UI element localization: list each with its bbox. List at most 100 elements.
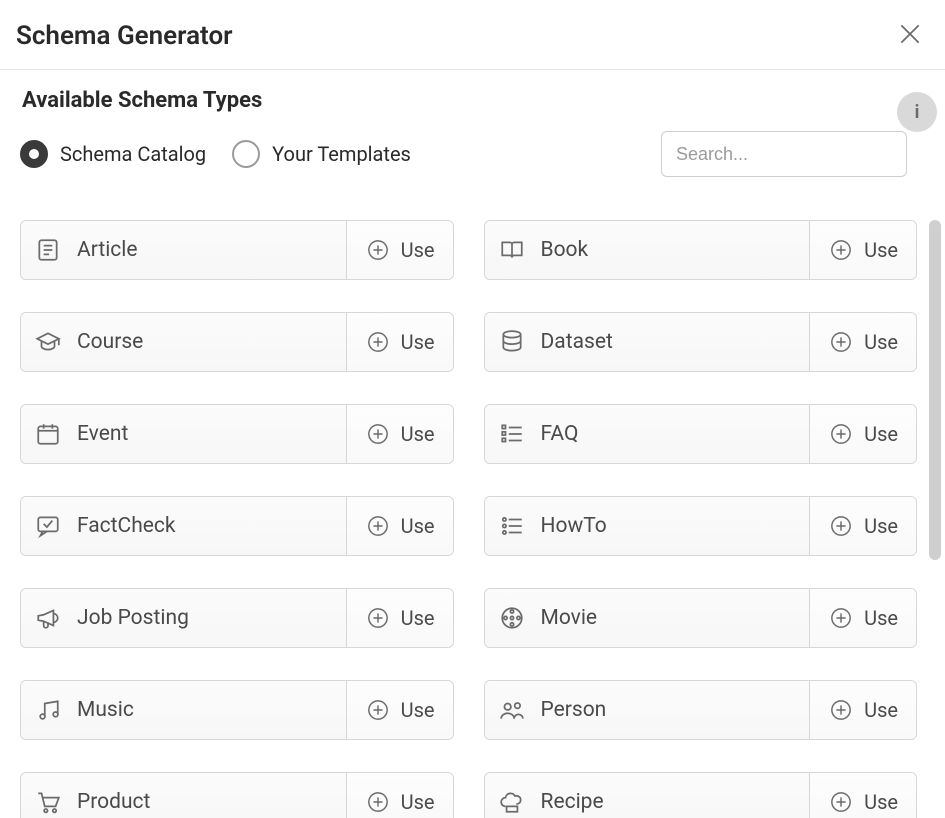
schema-card-main[interactable]: Course	[21, 313, 346, 371]
schema-card-main[interactable]: Person	[485, 681, 810, 739]
use-button[interactable]: Use	[346, 589, 453, 647]
use-button[interactable]: Use	[346, 221, 453, 279]
plus-circle-icon	[828, 421, 854, 447]
view-radios: Schema Catalog Your Templates	[20, 140, 411, 168]
music-note-icon	[35, 697, 61, 723]
radio-schema-catalog[interactable]: Schema Catalog	[20, 140, 206, 168]
users-icon	[499, 697, 525, 723]
plus-circle-icon	[365, 329, 391, 355]
schema-grid-wrap: Article Use Book Use Course Use Dataset	[20, 220, 923, 818]
plus-circle-icon	[365, 697, 391, 723]
close-button[interactable]	[891, 15, 929, 56]
schema-card-main[interactable]: Recipe	[485, 773, 810, 818]
controls-row: Schema Catalog Your Templates	[20, 131, 945, 177]
info-icon: i	[915, 102, 920, 123]
plus-circle-icon	[365, 237, 391, 263]
calendar-icon	[35, 421, 61, 447]
schema-card-music[interactable]: Music Use	[20, 680, 454, 740]
schema-card-person[interactable]: Person Use	[484, 680, 918, 740]
schema-card-book[interactable]: Book Use	[484, 220, 918, 280]
close-icon	[897, 21, 923, 47]
use-button[interactable]: Use	[809, 773, 916, 818]
schema-card-main[interactable]: Music	[21, 681, 346, 739]
use-button-label: Use	[401, 698, 435, 722]
use-button-label: Use	[401, 514, 435, 538]
radio-label: Schema Catalog	[60, 142, 206, 166]
schema-card-course[interactable]: Course Use	[20, 312, 454, 372]
schema-card-article[interactable]: Article Use	[20, 220, 454, 280]
use-button-label: Use	[864, 698, 898, 722]
use-button[interactable]: Use	[809, 589, 916, 647]
use-button[interactable]: Use	[809, 497, 916, 555]
schema-type-label: FAQ	[541, 422, 579, 446]
use-button-label: Use	[401, 606, 435, 630]
schema-type-label: HowTo	[541, 514, 607, 538]
use-button-label: Use	[401, 238, 435, 262]
use-button[interactable]: Use	[809, 405, 916, 463]
search-input[interactable]	[661, 131, 907, 177]
use-button[interactable]: Use	[346, 313, 453, 371]
radio-indicator	[232, 140, 260, 168]
schema-card-main[interactable]: Product	[21, 773, 346, 818]
schema-type-label: Article	[77, 238, 138, 262]
database-icon	[499, 329, 525, 355]
schema-type-label: Job Posting	[77, 606, 189, 630]
schema-card-main[interactable]: FAQ	[485, 405, 810, 463]
schema-card-main[interactable]: HowTo	[485, 497, 810, 555]
schema-card-main[interactable]: FactCheck	[21, 497, 346, 555]
use-button-label: Use	[864, 238, 898, 262]
scrollbar-thumb[interactable]	[929, 220, 941, 560]
schema-card-main[interactable]: Movie	[485, 589, 810, 647]
use-button-label: Use	[401, 422, 435, 446]
radio-label: Your Templates	[272, 142, 411, 166]
plus-circle-icon	[828, 513, 854, 539]
schema-type-label: Person	[541, 698, 607, 722]
radio-indicator	[20, 140, 48, 168]
schema-card-product[interactable]: Product Use	[20, 772, 454, 818]
chat-check-icon	[35, 513, 61, 539]
schema-card-howto[interactable]: HowTo Use	[484, 496, 918, 556]
schema-card-recipe[interactable]: Recipe Use	[484, 772, 918, 818]
info-button[interactable]: i	[897, 92, 937, 132]
schema-card-main[interactable]: Dataset	[485, 313, 810, 371]
schema-card-factcheck[interactable]: FactCheck Use	[20, 496, 454, 556]
use-button[interactable]: Use	[346, 681, 453, 739]
schema-card-dataset[interactable]: Dataset Use	[484, 312, 918, 372]
plus-circle-icon	[828, 605, 854, 631]
use-button[interactable]: Use	[346, 497, 453, 555]
use-button[interactable]: Use	[346, 405, 453, 463]
plus-circle-icon	[828, 329, 854, 355]
use-button[interactable]: Use	[809, 221, 916, 279]
schema-card-main[interactable]: Article	[21, 221, 346, 279]
schema-card-main[interactable]: Job Posting	[21, 589, 346, 647]
schema-card-main[interactable]: Book	[485, 221, 810, 279]
use-button[interactable]: Use	[346, 773, 453, 818]
schema-type-label: Music	[77, 698, 134, 722]
section-title: Available Schema Types	[22, 88, 945, 113]
use-button-label: Use	[864, 790, 898, 814]
schema-card-main[interactable]: Event	[21, 405, 346, 463]
use-button[interactable]: Use	[809, 313, 916, 371]
plus-circle-icon	[828, 697, 854, 723]
plus-circle-icon	[365, 513, 391, 539]
schema-card-jobposting[interactable]: Job Posting Use	[20, 588, 454, 648]
vertical-scrollbar[interactable]	[929, 220, 941, 810]
schema-type-label: Event	[77, 422, 128, 446]
list-steps-icon	[499, 513, 525, 539]
schema-card-faq[interactable]: FAQ Use	[484, 404, 918, 464]
use-button-label: Use	[864, 514, 898, 538]
film-reel-icon	[499, 605, 525, 631]
use-button-label: Use	[864, 606, 898, 630]
use-button-label: Use	[401, 790, 435, 814]
schema-card-event[interactable]: Event Use	[20, 404, 454, 464]
use-button-label: Use	[401, 330, 435, 354]
use-button[interactable]: Use	[809, 681, 916, 739]
schema-type-label: Book	[541, 238, 589, 262]
schema-type-label: Dataset	[541, 330, 613, 354]
schema-card-movie[interactable]: Movie Use	[484, 588, 918, 648]
document-text-icon	[35, 237, 61, 263]
radio-your-templates[interactable]: Your Templates	[232, 140, 411, 168]
plus-circle-icon	[365, 789, 391, 815]
plus-circle-icon	[828, 789, 854, 815]
schema-type-label: Recipe	[541, 790, 604, 814]
